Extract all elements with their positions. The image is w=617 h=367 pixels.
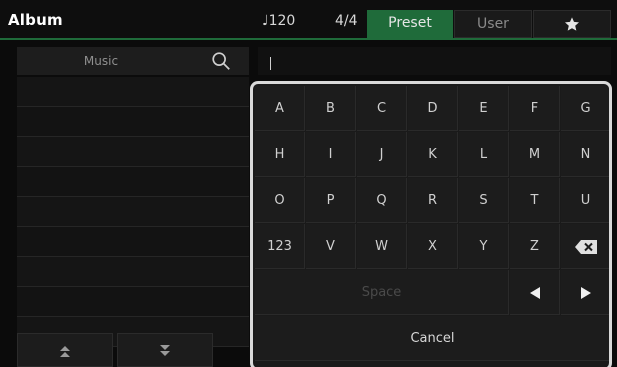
key-w[interactable]: W [357, 224, 407, 269]
key-p[interactable]: P [306, 178, 356, 223]
top-bar-divider [0, 38, 617, 40]
tempo-display[interactable]: ♩120 [262, 13, 295, 29]
tab-favorites[interactable] [533, 10, 611, 38]
key-x[interactable]: X [408, 224, 458, 269]
list-item[interactable] [17, 287, 249, 317]
tab-user[interactable]: User [454, 10, 532, 38]
star-icon [565, 17, 579, 31]
time-signature[interactable]: 4/4 [335, 13, 358, 29]
key-m[interactable]: M [510, 132, 560, 177]
key-n[interactable]: N [561, 132, 609, 177]
list-header-label: Music [83, 54, 119, 68]
key-j[interactable]: J [357, 132, 407, 177]
key-z[interactable]: Z [510, 224, 560, 269]
list-header: Music [17, 47, 249, 75]
key-s[interactable]: S [459, 178, 509, 223]
list-item[interactable] [17, 137, 249, 167]
cancel-button[interactable]: Cancel [255, 316, 609, 361]
tempo-value: 120 [268, 13, 296, 29]
key-y[interactable]: Y [459, 224, 509, 269]
page-down-button[interactable] [117, 333, 213, 367]
key-u[interactable]: U [561, 178, 609, 223]
list-item[interactable] [17, 227, 249, 257]
music-list [17, 77, 249, 347]
arrow-left-icon [529, 286, 540, 299]
key-h[interactable]: H [255, 132, 305, 177]
key-r[interactable]: R [408, 178, 458, 223]
search-input[interactable] [258, 47, 611, 75]
key-a[interactable]: A [255, 86, 305, 131]
key-o[interactable]: O [255, 178, 305, 223]
key-d[interactable]: D [408, 86, 458, 131]
tab-preset[interactable]: Preset [367, 10, 453, 38]
double-chevron-down-icon [160, 345, 170, 356]
double-chevron-up-icon [60, 346, 70, 357]
cursor-right-key[interactable] [561, 270, 609, 315]
backspace-key[interactable] [561, 224, 609, 269]
key-e[interactable]: E [459, 86, 509, 131]
search-button[interactable] [201, 50, 241, 72]
arrow-right-icon [580, 286, 591, 299]
key-f[interactable]: F [510, 86, 560, 131]
key-q[interactable]: Q [357, 178, 407, 223]
list-item[interactable] [17, 167, 249, 197]
music-note-icon: ♩ [262, 13, 269, 29]
list-item[interactable] [17, 257, 249, 287]
on-screen-keyboard: A B C D E F G H I J K L M N O P Q R S T … [250, 81, 612, 367]
cursor-left-key[interactable] [510, 270, 560, 315]
top-bar: Album ♩120 4/4 Preset User [0, 0, 617, 40]
music-list-panel: Music [17, 47, 249, 347]
key-l[interactable]: L [459, 132, 509, 177]
space-key[interactable]: Space [255, 270, 509, 315]
key-k[interactable]: K [408, 132, 458, 177]
list-item[interactable] [17, 77, 249, 107]
key-i[interactable]: I [306, 132, 356, 177]
key-g[interactable]: G [561, 86, 609, 131]
key-v[interactable]: V [306, 224, 356, 269]
page-up-button[interactable] [17, 333, 113, 367]
search-icon [212, 52, 230, 70]
key-123[interactable]: 123 [255, 224, 305, 269]
key-t[interactable]: T [510, 178, 560, 223]
page-title: Album [8, 11, 63, 29]
list-item[interactable] [17, 107, 249, 137]
key-b[interactable]: B [306, 86, 356, 131]
key-c[interactable]: C [357, 86, 407, 131]
backspace-icon [574, 239, 597, 254]
list-item[interactable] [17, 197, 249, 227]
text-cursor [270, 57, 271, 70]
